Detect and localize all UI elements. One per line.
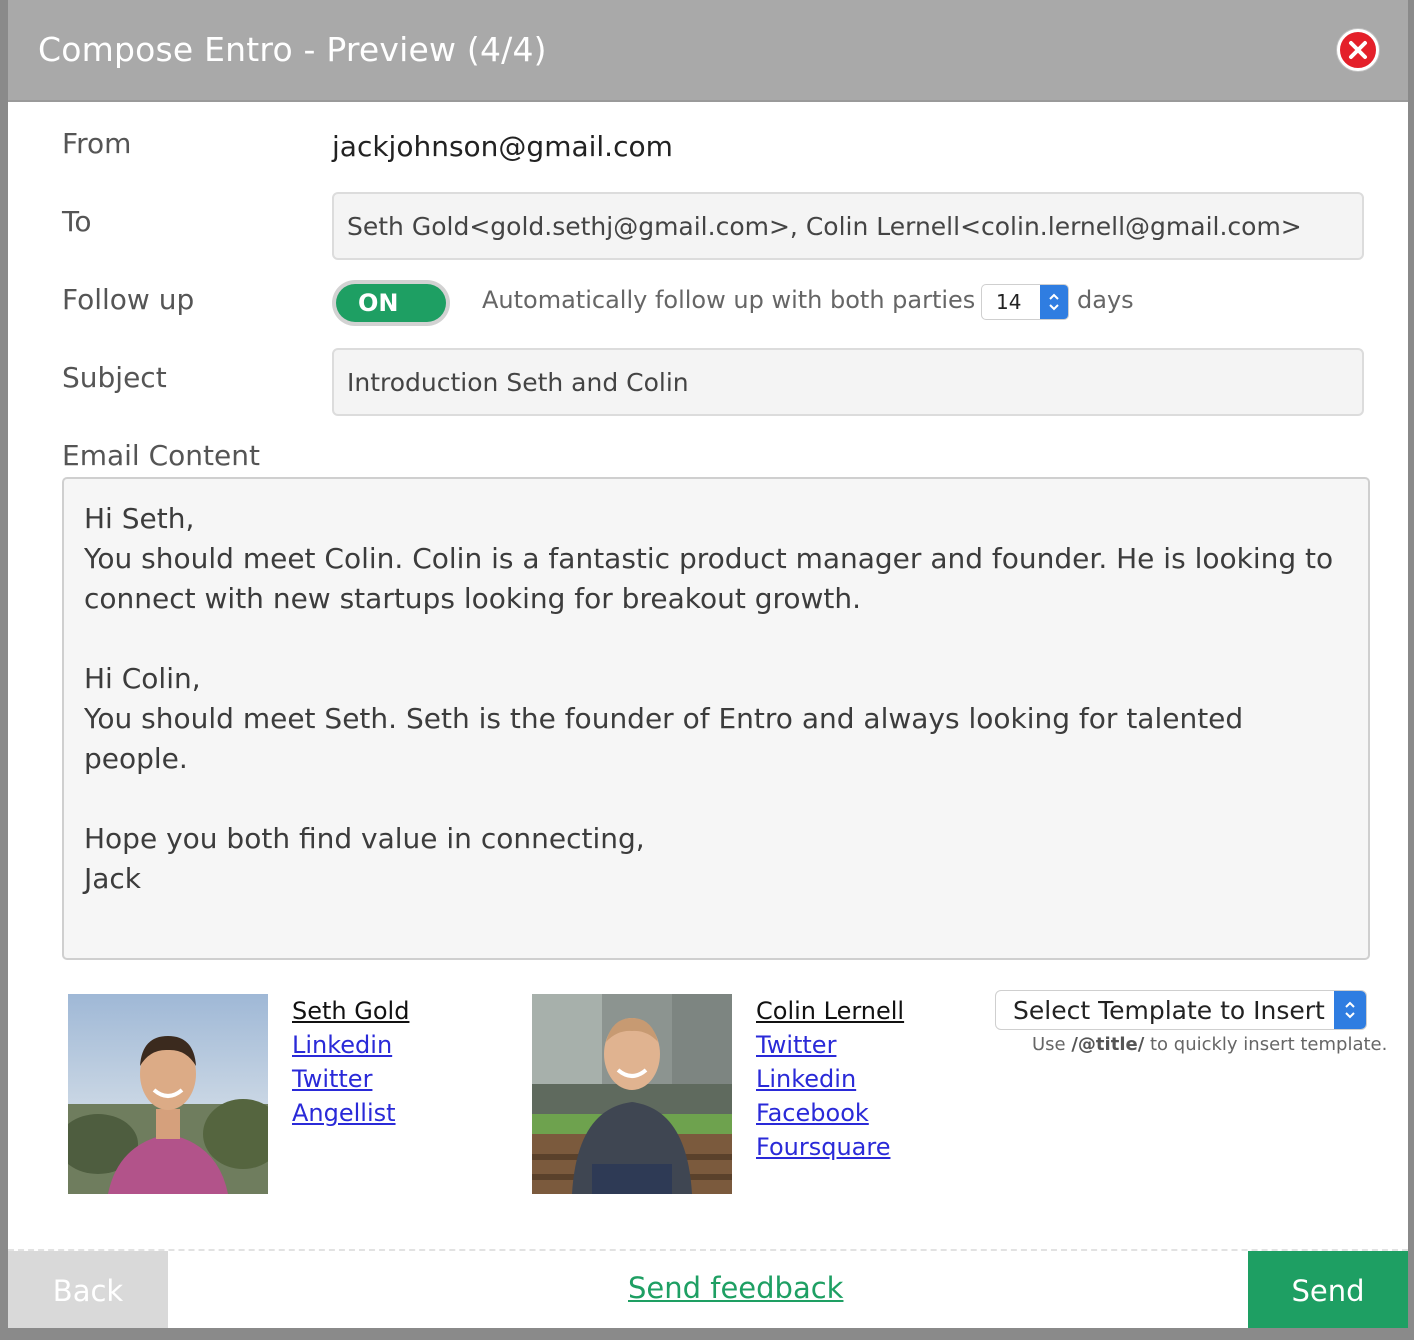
- colin-lernell-links: Colin Lernell Twitter Linkedin Facebook …: [756, 994, 904, 1164]
- colin-foursquare-link[interactable]: Foursquare: [756, 1130, 904, 1164]
- subject-field[interactable]: Introduction Seth and Colin: [332, 348, 1364, 416]
- colin-lernell-photo: [532, 994, 732, 1194]
- template-hint: Use /@title/ to quickly insert template.: [1032, 1034, 1387, 1055]
- email-content-textarea[interactable]: Hi Seth, You should meet Colin. Colin is…: [62, 477, 1370, 960]
- close-icon: [1349, 41, 1367, 59]
- followup-days-value: 14: [996, 290, 1022, 314]
- followup-days-suffix: days: [1077, 286, 1134, 314]
- contact-name-colin-lernell[interactable]: Colin Lernell: [756, 994, 904, 1028]
- seth-twitter-link[interactable]: Twitter: [292, 1062, 409, 1096]
- compose-dialog: Compose Entro - Preview (4/4) From jackj…: [8, 0, 1408, 1328]
- template-hint-prefix: Use: [1032, 1034, 1072, 1055]
- template-select[interactable]: Select Template to Insert: [995, 990, 1367, 1030]
- toggle-on-label: ON: [336, 284, 446, 322]
- up-down-arrows-icon: [1334, 991, 1366, 1029]
- followup-toggle[interactable]: ON: [332, 280, 450, 326]
- send-button[interactable]: Send: [1248, 1251, 1408, 1328]
- colin-linkedin-link[interactable]: Linkedin: [756, 1062, 904, 1096]
- seth-gold-photo: [68, 994, 268, 1194]
- dialog-footer: Back Send feedback Send: [8, 1249, 1408, 1328]
- email-content-label: Email Content: [62, 439, 260, 472]
- title-bar: Compose Entro - Preview (4/4): [8, 0, 1408, 102]
- send-feedback-link[interactable]: Send feedback: [628, 1271, 843, 1305]
- seth-linkedin-link[interactable]: Linkedin: [292, 1028, 409, 1062]
- dialog-title: Compose Entro - Preview (4/4): [38, 30, 547, 69]
- template-hint-suffix: to quickly insert template.: [1144, 1034, 1388, 1055]
- seth-angellist-link[interactable]: Angellist: [292, 1096, 409, 1130]
- followup-days-stepper[interactable]: 14: [981, 284, 1069, 320]
- followup-description: Automatically follow up with both partie…: [482, 286, 1005, 314]
- from-value: jackjohnson@gmail.com: [332, 130, 673, 163]
- to-label: To: [62, 205, 92, 238]
- followup-label: Follow up: [62, 283, 195, 316]
- template-hint-code: /@title/: [1071, 1034, 1145, 1055]
- colin-twitter-link[interactable]: Twitter: [756, 1028, 904, 1062]
- up-down-arrows-icon: [1040, 285, 1068, 319]
- subject-label: Subject: [62, 361, 167, 394]
- close-button[interactable]: [1337, 29, 1379, 71]
- back-button[interactable]: Back: [8, 1251, 168, 1328]
- seth-gold-links: Seth Gold Linkedin Twitter Angellist: [292, 994, 409, 1130]
- contact-name-seth-gold[interactable]: Seth Gold: [292, 994, 409, 1028]
- colin-facebook-link[interactable]: Facebook: [756, 1096, 904, 1130]
- template-select-label: Select Template to Insert: [1013, 995, 1325, 1025]
- from-label: From: [62, 127, 132, 160]
- to-field[interactable]: Seth Gold<gold.sethj@gmail.com>, Colin L…: [332, 192, 1364, 260]
